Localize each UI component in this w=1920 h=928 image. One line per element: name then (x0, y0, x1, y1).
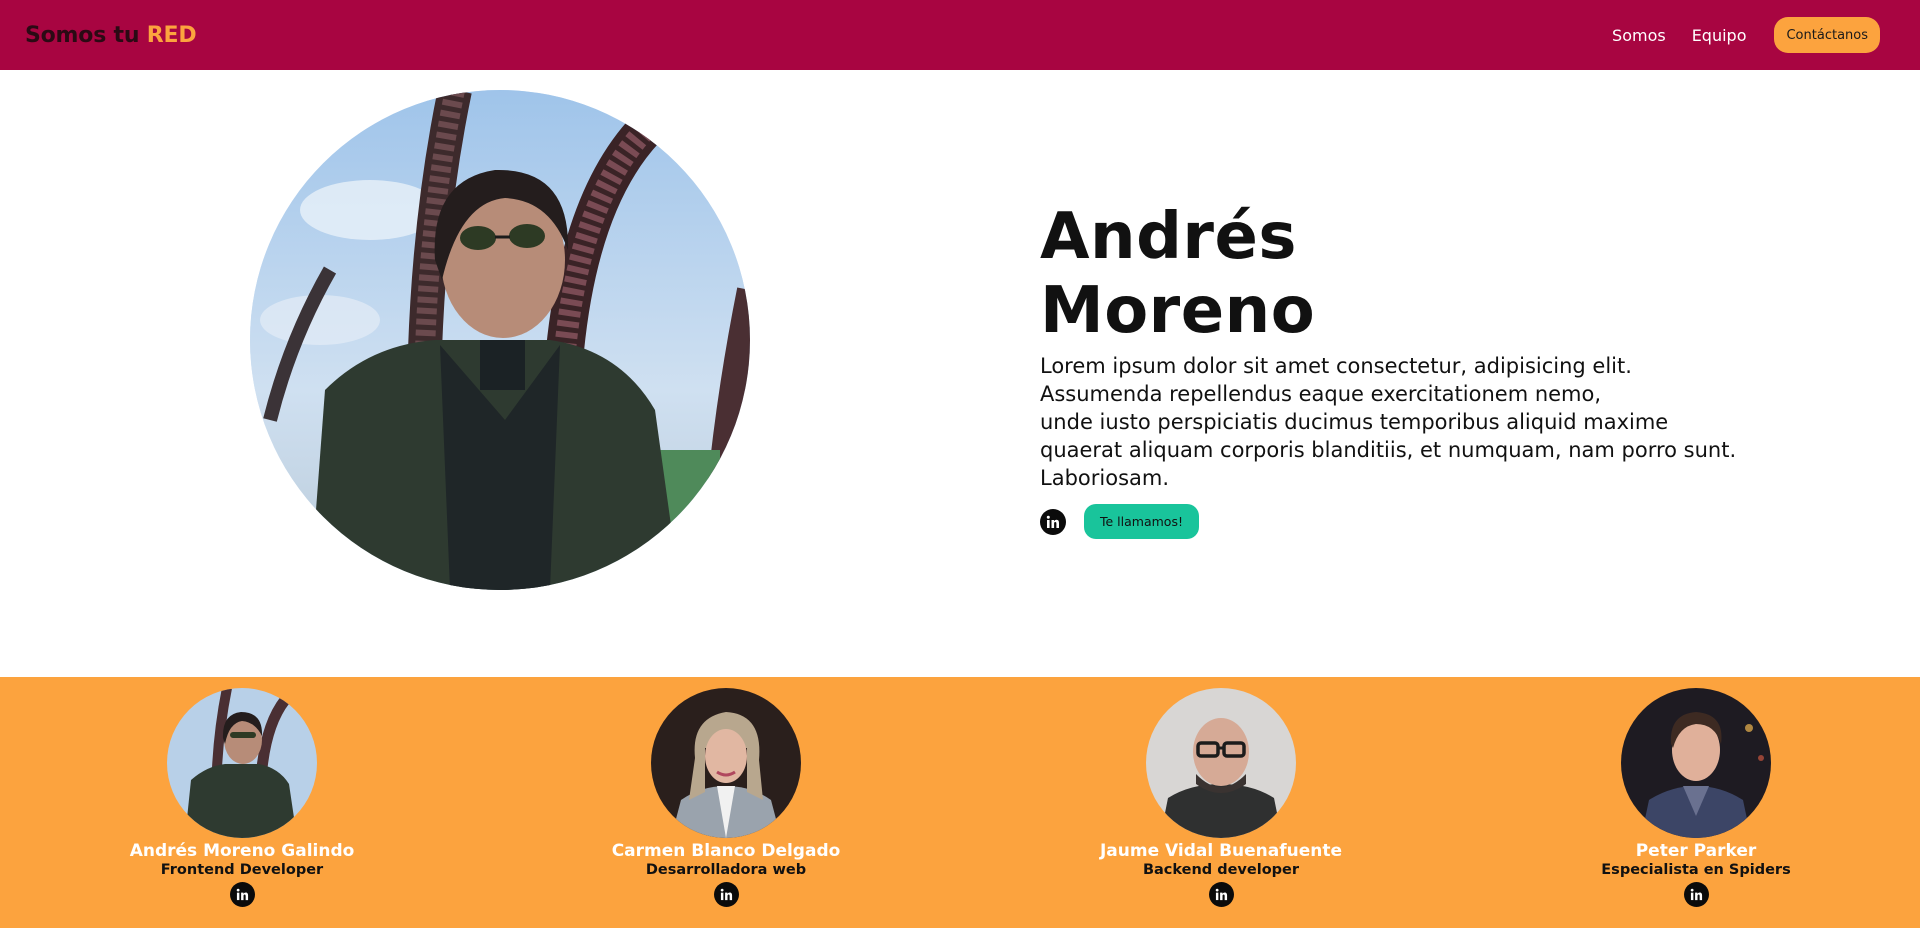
linkedin-icon[interactable] (713, 882, 739, 907)
member-name: Peter Parker (1635, 841, 1757, 861)
team-member-card: Jaume Vidal Buenafuente Backend develope… (1051, 688, 1391, 907)
member-avatar[interactable] (651, 688, 801, 838)
linkedin-icon[interactable] (1040, 508, 1066, 535)
bio-line: Assumenda repellendus eaque exercitation… (1040, 382, 1602, 406)
bio-line: Lorem ipsum dolor sit amet consectetur, … (1040, 354, 1632, 378)
member-name: Carmen Blanco Delgado (611, 841, 841, 861)
hero-profile-photo (250, 90, 750, 590)
contact-button[interactable]: Contáctanos (1774, 17, 1880, 53)
hero-first-name: Andrés (1040, 200, 1297, 274)
brand-logo[interactable]: Somos tu RED (25, 22, 197, 48)
bio-line: unde iusto perspiciatis ducimus temporib… (1040, 410, 1669, 434)
member-avatar-illustration (1146, 688, 1296, 838)
linkedin-icon[interactable] (229, 882, 255, 907)
member-role: Backend developer (1142, 862, 1300, 878)
nav-link-somos[interactable]: Somos (1612, 26, 1666, 45)
team-section: Andrés Moreno Galindo Frontend Developer… (0, 677, 1920, 928)
team-member-card: Peter Parker Especialista en Spiders (1526, 688, 1866, 907)
hero-text: Andrés Moreno Lorem ipsum dolor sit amet… (1040, 200, 1840, 539)
member-avatar[interactable] (1621, 688, 1771, 838)
call-me-button[interactable]: Te llamamos! (1084, 504, 1199, 539)
bio-line: Laboriosam. (1040, 466, 1170, 490)
member-role: Frontend Developer (160, 862, 324, 878)
nav-link-equipo[interactable]: Equipo (1692, 26, 1747, 45)
navbar: Somos tu RED Somos Equipo Contáctanos (0, 0, 1920, 70)
member-name: Jaume Vidal Buenafuente (1099, 841, 1343, 861)
member-avatar[interactable] (167, 688, 317, 838)
linkedin-icon[interactable] (1208, 882, 1234, 907)
hero-last-name: Moreno (1040, 274, 1316, 348)
hero-name: Andrés Moreno (1040, 200, 1840, 348)
bio-line: quaerat aliquam corporis blanditiis, et … (1040, 438, 1737, 462)
member-role: Especialista en Spiders (1601, 862, 1791, 878)
nav-links: Somos Equipo Contáctanos (1612, 17, 1880, 53)
team-member-card: Carmen Blanco Delgado Desarrolladora web (556, 688, 896, 907)
hero-actions: Te llamamos! (1040, 504, 1840, 539)
hero-photo-illustration (250, 90, 750, 590)
member-avatar-illustration (1621, 688, 1771, 838)
member-avatar-illustration (167, 688, 317, 838)
member-role: Desarrolladora web (645, 862, 807, 878)
linkedin-icon[interactable] (1683, 882, 1709, 907)
member-avatar[interactable] (1146, 688, 1296, 838)
brand-prefix: Somos tu (25, 22, 147, 48)
hero-bio: Lorem ipsum dolor sit amet consectetur, … (1040, 352, 1840, 492)
member-avatar-illustration (651, 688, 801, 838)
team-member-card: Andrés Moreno Galindo Frontend Developer (72, 688, 412, 907)
member-name: Andrés Moreno Galindo (129, 841, 355, 861)
brand-accent: RED (146, 22, 197, 48)
